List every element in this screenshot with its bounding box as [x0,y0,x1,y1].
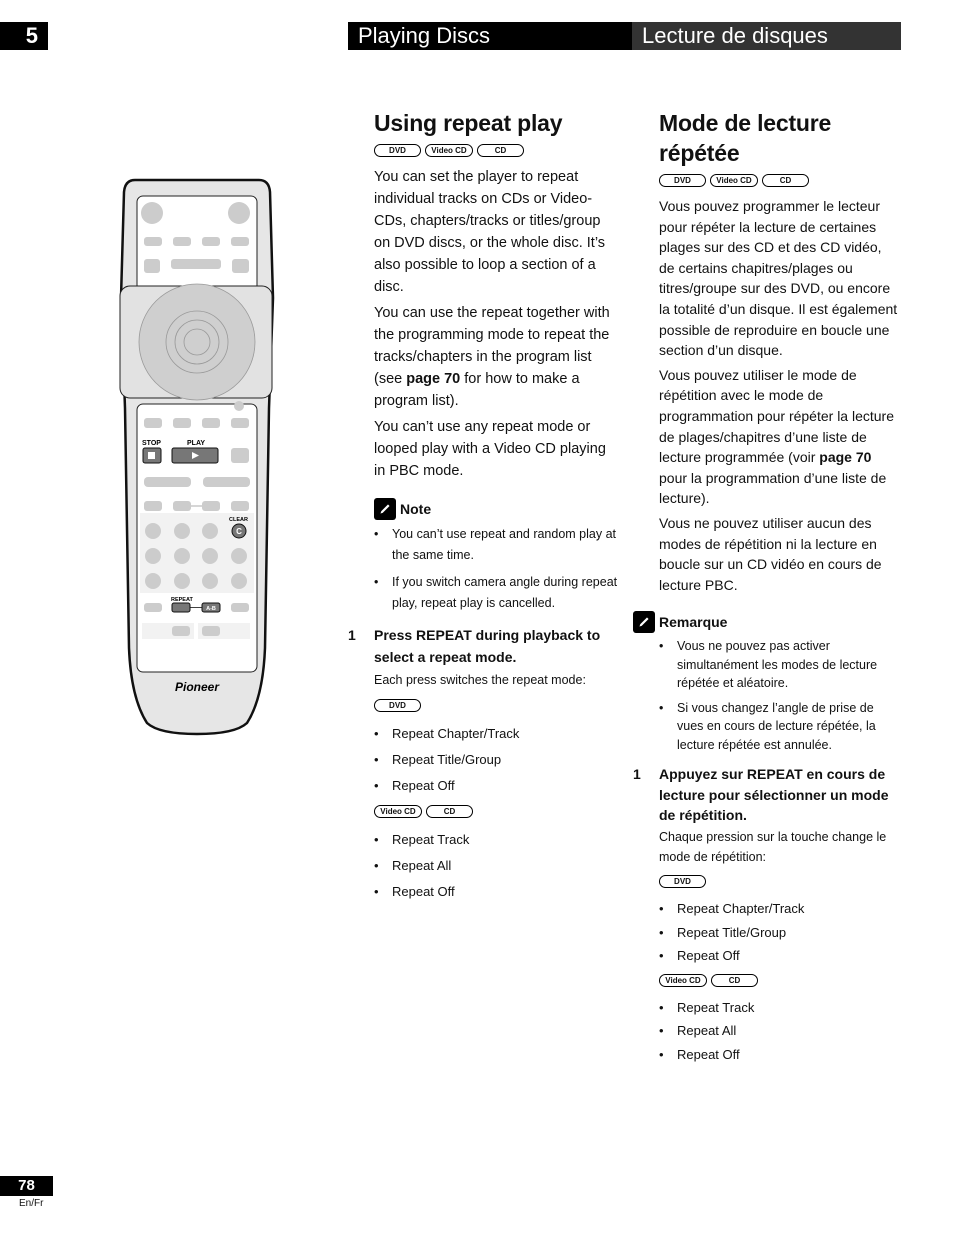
svg-text:C: C [236,527,242,536]
remote-button [144,237,162,246]
enter-button [183,328,211,356]
chapter-number: 5 [0,22,48,50]
page-number: 78 [0,1176,53,1196]
remote-button [202,237,220,246]
mode-item: Repeat Track [374,827,619,853]
mode-item: Repeat Title/Group [659,921,899,945]
step-1: 1 Appuyez sur REPEAT en cours de lecture… [633,764,899,826]
dvd-mode-list: Repeat Chapter/Track Repeat Title/Group … [659,897,899,968]
note-list: Vous ne pouvez pas activer simultanément… [659,637,899,754]
mode-item: Repeat Title/Group [374,747,619,773]
badge-dvd: DVD [659,174,706,187]
remote-button [173,237,191,246]
badge-cd: CD [477,144,524,157]
program-paragraph: You can use the repeat together with the… [374,305,610,409]
note-item: Si vous changez l’angle de prise de vues… [659,699,899,755]
dvd-mode-list: Repeat Chapter/Track Repeat Title/Group … [374,721,619,799]
badge-dvd: DVD [659,875,706,889]
repeat-label: REPEAT [171,597,194,603]
mode-item: Repeat Chapter/Track [374,721,619,747]
remote-button [141,202,163,224]
mode-item: Repeat Off [659,1043,899,1067]
mode-item: Repeat Track [659,996,899,1020]
clear-label: CLEAR [229,517,248,523]
mode-item: Repeat Off [374,879,619,905]
badge-cd: CD [711,973,758,987]
page-reference-link: page 70 [406,371,461,387]
mode-item: Repeat Chapter/Track [659,897,899,921]
header-title-en: Playing Discs [348,22,632,50]
play-label: PLAY [187,440,205,447]
intro-paragraph: You can set the player to repeat individ… [374,169,606,295]
mode-item: Repeat All [374,853,619,879]
mode-item: Repeat Off [659,944,899,968]
section-title: Using repeat play [374,110,563,136]
cd-mode-list: Repeat Track Repeat All Repeat Off [374,827,619,905]
french-column: Mode de lecture répétée DVD Video CD CD … [633,108,899,1072]
english-column: Using repeat play DVD Video CD CD You ca… [348,108,619,911]
page-reference-link: page 70 [819,449,872,466]
note-item: You can’t use repeat and random play at … [374,524,619,566]
step-1: 1 Press REPEAT during playback to select… [348,624,619,668]
step-number: 1 [633,766,641,783]
remote-button [144,259,160,273]
badge-video-cd: Video CD [374,805,422,818]
note-item: If you switch camera angle during repeat… [374,572,619,614]
dvd-badges: DVD [374,699,619,713]
pbc-paragraph: You can’t use any repeat mode or looped … [374,419,606,479]
stop-label: STOP [142,440,161,447]
note-list: You can’t use repeat and random play at … [374,524,619,614]
language-label: En/Fr [19,1198,44,1209]
note-heading: Remarque [633,611,899,634]
pencil-icon [374,498,396,520]
step-number: 1 [348,627,356,643]
repeat-button [171,602,191,613]
intro-paragraph: Vous pouvez programmer le lecteur pour r… [659,198,898,359]
section-title: Mode de lecture répétée [659,110,832,166]
remote-button [232,259,249,273]
badge-video-cd: Video CD [425,144,473,157]
badge-cd: CD [762,174,809,187]
mode-item: Repeat Off [374,773,619,799]
program-paragraph: Vous pouvez utiliser le mode de répétiti… [659,366,895,507]
step-description: Chaque pression sur la touche change le … [659,830,887,864]
pbc-paragraph: Vous ne pouvez utiliser aucun des modes … [659,514,882,593]
badge-video-cd: Video CD [659,973,707,987]
pencil-icon [633,611,655,634]
cd-mode-list: Repeat Track Repeat All Repeat Off [659,996,899,1067]
dvd-badges: DVD [659,875,899,889]
svg-text:A-B: A-B [206,606,216,612]
header-title-fr: Lecture de disques [632,22,901,50]
step-title: Appuyez sur REPEAT en cours de lecture p… [659,766,889,824]
disc-badges: DVD Video CD CD [374,144,619,158]
badge-dvd: DVD [374,699,421,712]
step-description: Each press switches the repeat mode: [374,673,586,687]
cd-badges: Video CD CD [659,973,899,988]
remote-control-illustration: STOP PLAY CLEAR C REPEAT A-B Pioneer [119,178,275,736]
brand-logo: Pioneer [175,680,220,694]
disc-badges: DVD Video CD CD [659,174,899,188]
remote-button [231,237,249,246]
remote-button [228,202,250,224]
cd-badges: Video CD CD [374,805,619,819]
badge-cd: CD [426,805,473,818]
mode-item: Repeat All [659,1019,899,1043]
badge-dvd: DVD [374,144,421,157]
note-heading: Note [374,498,619,520]
step-title: Press REPEAT during playback to select a… [374,627,601,665]
badge-video-cd: Video CD [710,174,758,187]
note-item: Vous ne pouvez pas activer simultanément… [659,637,899,693]
remote-button [171,259,221,269]
